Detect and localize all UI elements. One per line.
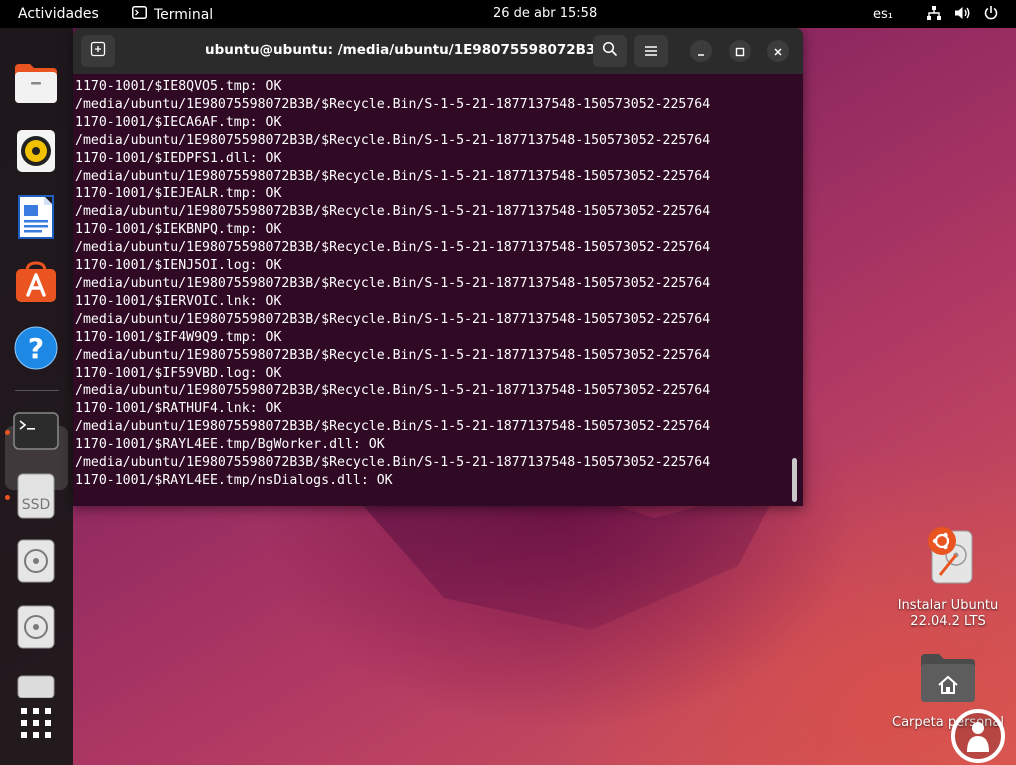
optical-disc-icon xyxy=(17,539,55,587)
terminal-line: 1170-1001/$IEDPFS1.dll: OK xyxy=(75,150,282,166)
network-icon xyxy=(926,5,942,25)
top-bar: Actividades Terminal 26 de abr 15:58 es₁ xyxy=(0,0,1016,28)
power-icon xyxy=(983,5,999,25)
terminal-line: 1170-1001/$IEJEALR.tmp: OK xyxy=(75,186,282,202)
terminal-line: 1170-1001/$IE8QVO5.tmp: OK xyxy=(75,79,282,94)
terminal-app-icon xyxy=(132,6,147,23)
close-button[interactable] xyxy=(767,40,789,62)
terminal-line: /media/ubuntu/1E98075598072B3B/$Recycle.… xyxy=(75,204,711,220)
menu-button[interactable] xyxy=(634,35,668,67)
running-indicator xyxy=(5,430,10,435)
dock-separator xyxy=(15,390,59,391)
ssd-label: SSD xyxy=(22,497,51,513)
svg-text:?: ? xyxy=(28,332,44,365)
window-title: ubuntu@ubuntu: /media/ubuntu/1E980755980… xyxy=(205,42,606,58)
terminal-line: /media/ubuntu/1E98075598072B3B/$Recycle.… xyxy=(75,132,711,148)
new-tab-icon xyxy=(90,41,106,61)
app-center-icon xyxy=(14,261,58,307)
dock-item-help[interactable]: ? xyxy=(13,326,59,374)
terminal-line: /media/ubuntu/1E98075598072B3B/$Recycle.… xyxy=(75,168,711,184)
terminal-output[interactable]: 1170-1001/$IE8QVO5.tmp: OK/media/ubuntu/… xyxy=(75,78,790,498)
close-icon xyxy=(773,42,783,61)
app-menu[interactable]: Terminal xyxy=(132,6,213,23)
dock-item-writer[interactable] xyxy=(13,195,59,243)
terminal-line: 1170-1001/$RAYL4EE.tmp/nsDialogs.dll: OK xyxy=(75,472,393,488)
terminal-window[interactable]: ubuntu@ubuntu: /media/ubuntu/1E980755980… xyxy=(73,28,803,506)
terminal-line: 1170-1001/$IECA6AF.tmp: OK xyxy=(75,114,282,130)
dock-item-rhythmbox[interactable] xyxy=(13,130,59,176)
dock-item-disc-2[interactable] xyxy=(13,605,59,653)
dock-item-disc-1[interactable] xyxy=(13,539,59,587)
optical-disc-icon xyxy=(17,605,55,653)
show-apps-button[interactable] xyxy=(13,702,59,748)
terminal-line: /media/ubuntu/1E98075598072B3B/$Recycle.… xyxy=(75,383,711,399)
libreoffice-writer-icon xyxy=(17,195,55,243)
maximize-button[interactable] xyxy=(729,40,751,62)
minimize-button[interactable] xyxy=(690,40,712,62)
terminal-line: /media/ubuntu/1E98075598072B3B/$Recycle.… xyxy=(75,311,711,327)
help-icon: ? xyxy=(14,326,58,374)
terminal-line: 1170-1001/$IERVOIC.lnk: OK xyxy=(75,293,282,309)
terminal-scrollbar[interactable] xyxy=(792,458,797,502)
terminal-line: 1170-1001/$IEKBNPQ.tmp: OK xyxy=(75,222,282,238)
dock-item-app-center[interactable] xyxy=(13,261,59,307)
terminal-header-bar[interactable]: ubuntu@ubuntu: /media/ubuntu/1E980755980… xyxy=(73,28,803,74)
activities-button[interactable]: Actividades xyxy=(18,6,99,22)
terminal-line: /media/ubuntu/1E98075598072B3B/$Recycle.… xyxy=(75,240,711,256)
new-tab-button[interactable] xyxy=(81,35,115,67)
desktop-icon-install-ubuntu[interactable]: Instalar Ubuntu 22.04.2 LTS xyxy=(893,525,1003,630)
show-apps-icon xyxy=(20,707,52,743)
terminal-line: /media/ubuntu/1E98075598072B3B/$Recycle.… xyxy=(75,455,711,471)
terminal-line: 1170-1001/$RATHUF4.lnk: OK xyxy=(75,401,282,417)
terminal-line: 1170-1001/$IF4W9Q9.tmp: OK xyxy=(75,329,282,345)
keyboard-layout-indicator[interactable]: es₁ xyxy=(873,7,893,22)
search-button[interactable] xyxy=(593,35,627,67)
hamburger-menu-icon xyxy=(644,42,658,61)
ssd-drive-icon: SSD xyxy=(17,473,55,523)
dock-item-files[interactable] xyxy=(13,62,59,108)
system-menu[interactable] xyxy=(926,5,999,25)
clock[interactable]: 26 de abr 15:58 xyxy=(493,6,597,21)
install-ubuntu-label-2: 22.04.2 LTS xyxy=(910,614,986,629)
search-icon xyxy=(602,41,618,61)
home-folder-icon xyxy=(889,652,1007,709)
running-indicator xyxy=(5,495,10,500)
watermark-logo xyxy=(951,709,1005,763)
terminal-icon xyxy=(13,412,59,454)
terminal-line: 1170-1001/$RAYL4EE.tmp/BgWorker.dll: OK xyxy=(75,437,385,453)
terminal-line: /media/ubuntu/1E98075598072B3B/$Recycle.… xyxy=(75,347,711,363)
files-icon xyxy=(14,62,58,108)
terminal-line: 1170-1001/$IENJ5OI.log: OK xyxy=(75,258,282,274)
minimize-icon xyxy=(696,42,706,61)
install-ubuntu-label-1: Instalar Ubuntu xyxy=(897,598,999,613)
volume-icon xyxy=(954,5,971,25)
dock-item-terminal[interactable] xyxy=(13,410,59,456)
app-menu-label: Terminal xyxy=(154,6,214,23)
maximize-icon xyxy=(735,42,745,61)
terminal-line: /media/ubuntu/1E98075598072B3B/$Recycle.… xyxy=(75,96,711,112)
rhythmbox-icon xyxy=(16,129,56,177)
terminal-line: /media/ubuntu/1E98075598072B3B/$Recycle.… xyxy=(75,419,711,435)
terminal-line: 1170-1001/$IF59VBD.log: OK xyxy=(75,365,282,381)
dock-item-ssd[interactable]: SSD xyxy=(13,473,59,523)
drive-icon xyxy=(17,670,55,702)
ubuntu-installer-icon xyxy=(893,525,1003,592)
dock: ? SSD xyxy=(0,28,73,765)
terminal-line: /media/ubuntu/1E98075598072B3B/$Recycle.… xyxy=(75,275,711,291)
